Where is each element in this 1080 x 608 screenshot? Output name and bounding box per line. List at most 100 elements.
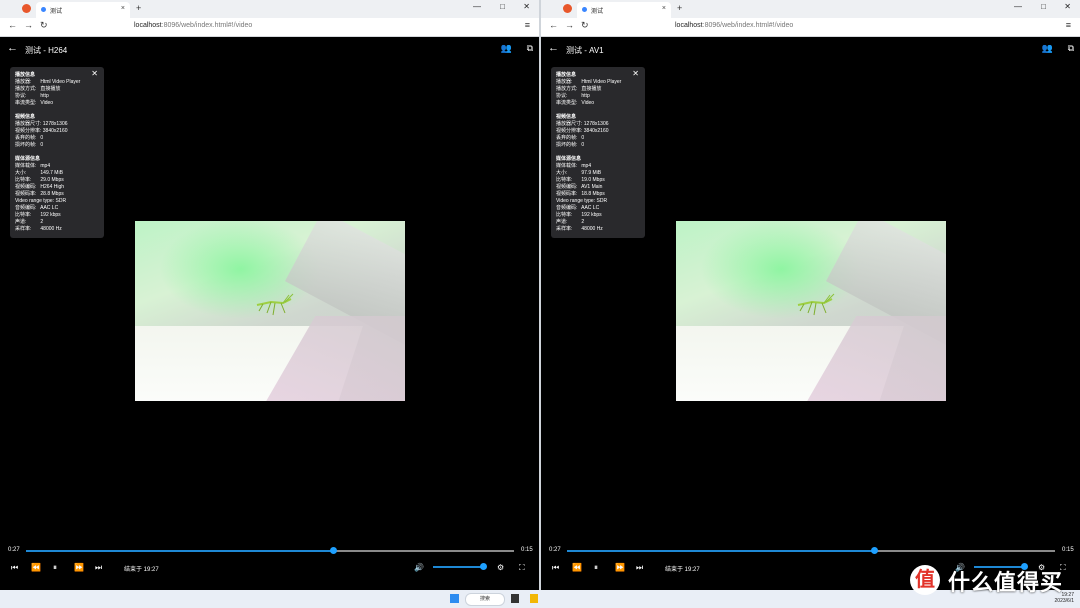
info-key: 播放方式: bbox=[15, 86, 37, 92]
volume-slider[interactable] bbox=[433, 563, 487, 570]
task-view-icon[interactable] bbox=[511, 594, 519, 603]
info-value: Html Video Player bbox=[581, 79, 622, 85]
taskbar-search[interactable]: 搜索 bbox=[465, 593, 505, 606]
fullscreen-icon[interactable]: ⛶ bbox=[519, 563, 525, 573]
seek-bar[interactable] bbox=[26, 547, 514, 554]
info-key: 比特率: bbox=[15, 212, 32, 218]
info-row: 播放器: Html Video Player bbox=[551, 79, 645, 86]
forward-button[interactable]: → bbox=[24, 20, 33, 30]
reload-button[interactable]: ↻ bbox=[40, 20, 48, 31]
window-close-button[interactable]: ✕ bbox=[1064, 2, 1071, 11]
fast-forward-icon[interactable]: ⏩ bbox=[74, 563, 84, 572]
skip-next-icon[interactable]: ⏭ bbox=[95, 563, 102, 573]
browser-window-av1: 测试 × + — □ ✕ ← → ↻ localhost:8096/web/in… bbox=[541, 0, 1080, 590]
video-title: 测试 - H264 bbox=[25, 46, 68, 55]
users-icon[interactable]: 👥 bbox=[1042, 43, 1053, 54]
info-key: Video range type: bbox=[556, 198, 596, 204]
info-row: 采样率: 48000 Hz bbox=[10, 226, 104, 233]
info-row: 播放器尺寸: 1278x1306 bbox=[10, 121, 104, 128]
player-info-rows: 播放器: Html Video Player 播放方式: 直接播放 协议: http… bbox=[551, 79, 645, 107]
player-back-button[interactable]: ← bbox=[548, 42, 559, 54]
media-info-heading: 媒体源信息 bbox=[15, 156, 41, 162]
info-key: 播放器尺寸: bbox=[15, 121, 42, 127]
volume-knob[interactable] bbox=[480, 563, 487, 570]
browser-tab[interactable]: 测试 × bbox=[577, 2, 671, 18]
media-info-rows: 媒体载体: mp4 大小: 97.9 MiB 比特率: 19.0 Mbps 视频编码:… bbox=[551, 163, 645, 233]
settings-icon[interactable]: ⚙ bbox=[497, 563, 504, 572]
info-row: 损坏的帧: 0 bbox=[10, 142, 104, 149]
skip-previous-icon[interactable]: ⏮ bbox=[552, 563, 559, 573]
info-row: 播放方式: 直接播放 bbox=[10, 86, 104, 93]
info-row: 音频编码: AAC LC bbox=[10, 205, 104, 212]
cast-icon[interactable]: ⧉ bbox=[527, 43, 533, 54]
info-key: 丢弃的帧: bbox=[556, 135, 578, 141]
info-value: SDR bbox=[55, 198, 67, 204]
url-field[interactable]: localhost:8096/web/index.html#!/video bbox=[675, 22, 793, 29]
video-frame[interactable] bbox=[135, 221, 405, 401]
skip-next-icon[interactable]: ⏭ bbox=[636, 563, 643, 573]
info-close-icon[interactable]: ✕ bbox=[91, 70, 98, 78]
player-back-button[interactable]: ← bbox=[7, 42, 18, 54]
info-value: 149.7 MiB bbox=[40, 170, 63, 176]
fast-forward-icon[interactable]: ⏩ bbox=[615, 563, 625, 572]
browser-tab-bar: 测试 × + — □ ✕ bbox=[0, 0, 539, 18]
info-row: 大小: 97.9 MiB bbox=[551, 170, 645, 177]
reload-button[interactable]: ↻ bbox=[581, 20, 589, 31]
window-maximize-button[interactable]: □ bbox=[1041, 2, 1046, 11]
users-icon[interactable]: 👥 bbox=[501, 43, 512, 54]
info-close-icon[interactable]: ✕ bbox=[632, 70, 639, 78]
seek-knob[interactable] bbox=[330, 547, 338, 554]
seek-bar-fill bbox=[567, 550, 875, 552]
info-row: 比特率: 192 kbps bbox=[10, 212, 104, 219]
rewind-icon[interactable]: ⏪ bbox=[572, 563, 582, 572]
file-explorer-icon[interactable] bbox=[530, 594, 538, 603]
seek-knob[interactable] bbox=[871, 547, 879, 554]
info-key: 协议: bbox=[556, 93, 568, 99]
video-frame[interactable] bbox=[676, 221, 946, 401]
info-key: 比特率: bbox=[556, 212, 573, 218]
info-key: 声道: bbox=[15, 219, 27, 225]
browser-tab[interactable]: 测试 × bbox=[36, 2, 130, 18]
cast-icon[interactable]: ⧉ bbox=[1068, 43, 1074, 54]
tab-close-icon[interactable]: × bbox=[662, 5, 666, 12]
new-tab-button[interactable]: + bbox=[677, 3, 682, 13]
tab-close-icon[interactable]: × bbox=[121, 5, 125, 12]
info-key: 视频码率: bbox=[15, 191, 37, 197]
back-button[interactable]: ← bbox=[8, 20, 17, 30]
info-row: 串流类型: Video bbox=[551, 100, 645, 107]
volume-icon[interactable]: 🔊 bbox=[414, 563, 424, 572]
start-icon[interactable] bbox=[450, 594, 459, 603]
url-field[interactable]: localhost:8096/web/index.html#!/video bbox=[134, 22, 252, 29]
back-button[interactable]: ← bbox=[549, 20, 558, 30]
info-value: 192 kbps bbox=[581, 212, 602, 218]
browser-tab-bar: 测试 × + — □ ✕ bbox=[541, 0, 1080, 18]
skip-previous-icon[interactable]: ⏮ bbox=[11, 563, 18, 573]
browser-logo-icon[interactable] bbox=[22, 4, 31, 13]
window-maximize-button[interactable]: □ bbox=[500, 2, 505, 11]
url-path: :8096/web/index.html#!/video bbox=[161, 22, 253, 29]
pause-icon[interactable]: ⏸ bbox=[594, 563, 598, 573]
info-value: AAC LC bbox=[40, 205, 59, 211]
info-row: 协议: http bbox=[551, 93, 645, 100]
browser-menu-icon[interactable]: ≡ bbox=[525, 20, 530, 30]
info-key: 视频码率: bbox=[556, 191, 578, 197]
pause-icon[interactable]: ⏸ bbox=[53, 563, 57, 573]
rewind-icon[interactable]: ⏪ bbox=[31, 563, 41, 572]
new-tab-button[interactable]: + bbox=[136, 3, 141, 13]
player-header: ← 测试 - AV1 👥 ⧉ bbox=[541, 36, 1080, 64]
info-row: 串流类型: Video bbox=[10, 100, 104, 107]
info-key: 比特率: bbox=[556, 177, 573, 183]
window-close-button[interactable]: ✕ bbox=[523, 2, 530, 11]
window-minimize-button[interactable]: — bbox=[473, 2, 481, 11]
info-row: Video range type: SDR bbox=[551, 198, 645, 205]
browser-menu-icon[interactable]: ≡ bbox=[1066, 20, 1071, 30]
browser-logo-icon[interactable] bbox=[563, 4, 572, 13]
seek-bar[interactable] bbox=[567, 547, 1055, 554]
window-minimize-button[interactable]: — bbox=[1014, 2, 1022, 11]
info-key: 视频编码: bbox=[556, 184, 578, 190]
info-key: 丢弃的帧: bbox=[15, 135, 37, 141]
info-row: 损坏的帧: 0 bbox=[551, 142, 645, 149]
info-value: Video bbox=[581, 100, 595, 106]
forward-button[interactable]: → bbox=[565, 20, 574, 30]
video-info-rows: 播放器尺寸: 1278x1306 视频分辨率: 3840x2160 丢弃的帧: 0损… bbox=[10, 121, 104, 149]
